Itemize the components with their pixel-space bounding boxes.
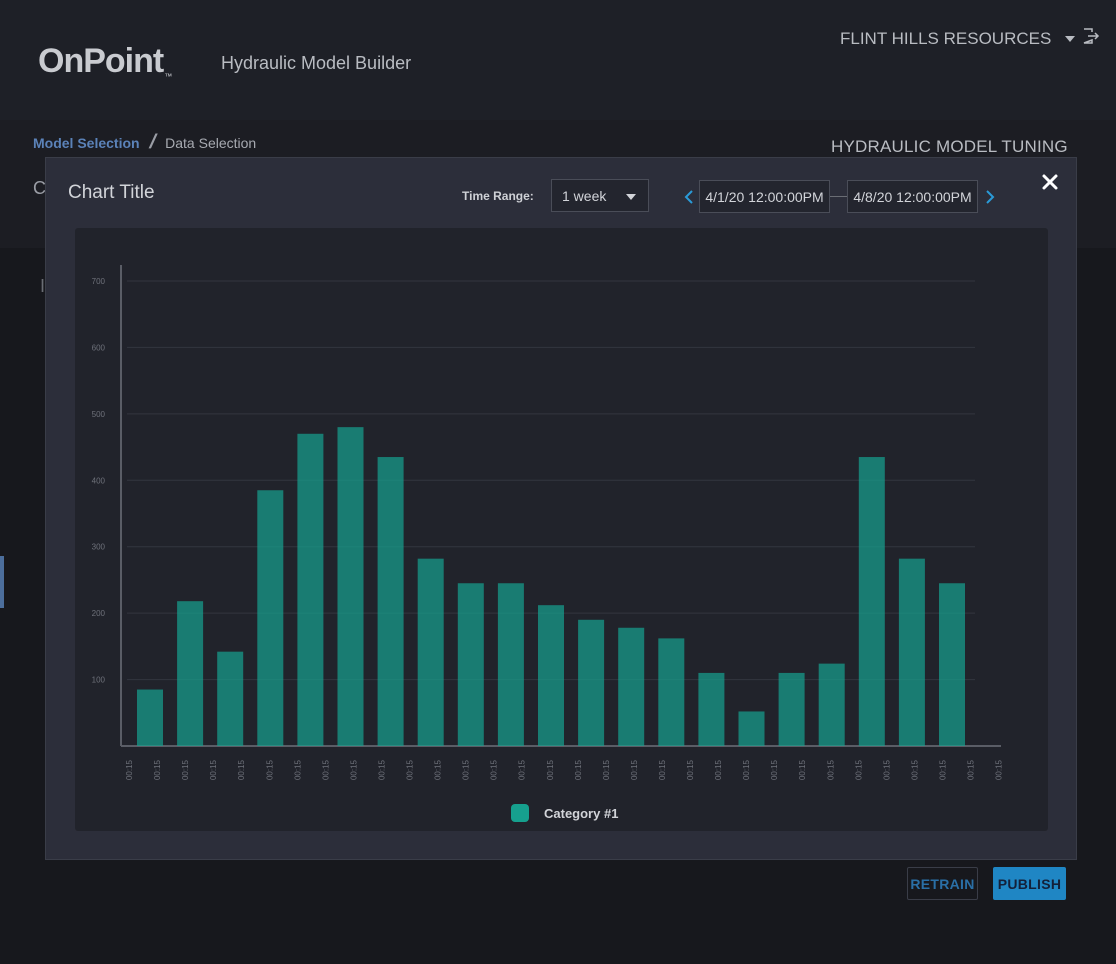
- bar[interactable]: [618, 627, 645, 746]
- bar[interactable]: [738, 711, 765, 746]
- x-tick-label: 00:15: [910, 759, 919, 780]
- x-tick-label: 00:15: [882, 759, 891, 780]
- bar[interactable]: [297, 433, 324, 746]
- breadcrumb-separator: /: [146, 131, 159, 153]
- bar[interactable]: [177, 601, 204, 746]
- app-header: OnPoint™ Hydraulic Model Builder FLINT H…: [0, 0, 1116, 120]
- x-tick-label: 00:15: [630, 759, 639, 780]
- legend-swatch[interactable]: [511, 804, 529, 822]
- x-tick-label: 00:15: [826, 759, 835, 780]
- logo-text: OnPoint: [38, 42, 164, 80]
- logo-trademark: ™: [164, 72, 172, 81]
- x-tick-label: 00:15: [770, 759, 779, 780]
- x-tick-label: 00:15: [686, 759, 695, 780]
- chart-panel: 100 200 300 400 500 600 700 00:15 00:15 00:15 00:1…: [75, 228, 1048, 831]
- bar[interactable]: [417, 558, 444, 746]
- y-tick-label: 300: [92, 543, 106, 552]
- section-title: HYDRAULIC MODEL TUNING: [831, 137, 1068, 156]
- chevron-down-icon: [1065, 36, 1076, 42]
- x-tick-label: 00:15: [574, 759, 583, 780]
- retrain-button[interactable]: RETRAIN: [907, 867, 978, 900]
- x-tick-label: 00:15: [125, 759, 134, 780]
- chart-modal: Chart Title Time Range: 1 week 4/1/20 12…: [45, 157, 1077, 860]
- x-tick-label: 00:15: [434, 759, 443, 780]
- modal-title: Chart Title: [68, 182, 155, 203]
- x-tick-label: 00:15: [209, 759, 218, 780]
- onpoint-logo[interactable]: OnPoint™: [38, 42, 172, 81]
- end-date-field[interactable]: 4/8/20 12:00:00PM: [847, 180, 978, 213]
- x-tick-label: 00:15: [237, 759, 246, 780]
- chevron-right-icon[interactable]: [985, 189, 995, 205]
- x-tick-label: 00:15: [742, 759, 751, 780]
- x-tick-label: 00:15: [349, 759, 358, 780]
- x-tick-label: 00:15: [377, 759, 386, 780]
- breadcrumb: Model Selection / Data Selection: [33, 131, 256, 154]
- x-tick-label: 00:15: [658, 759, 667, 780]
- left-accent-bar: [0, 556, 4, 608]
- bar[interactable]: [457, 583, 484, 746]
- breadcrumb-data-selection: Data Selection: [165, 134, 257, 151]
- y-tick-label: 700: [92, 277, 106, 286]
- y-tick-label: 400: [92, 476, 106, 485]
- x-tick-label: 00:15: [714, 759, 723, 780]
- y-tick-label: 200: [92, 609, 106, 618]
- bar[interactable]: [578, 619, 605, 746]
- app-title: Hydraulic Model Builder: [221, 53, 412, 73]
- x-tick-label: 00:15: [995, 759, 1004, 780]
- bar[interactable]: [658, 638, 685, 746]
- x-tick-label: 00:15: [967, 759, 976, 780]
- bar[interactable]: [939, 583, 965, 746]
- close-icon[interactable]: [1041, 173, 1059, 191]
- bar-chart: 100 200 300 400 500 600 700 00:15 00:15 00:15 00:1…: [92, 265, 1004, 780]
- x-tick-label: 00:15: [854, 759, 863, 780]
- bar[interactable]: [778, 672, 805, 746]
- app-root: OnPoint™ Hydraulic Model Builder FLINT H…: [0, 0, 1116, 964]
- chevron-down-icon: [626, 194, 636, 200]
- date-range-dash: [830, 196, 847, 197]
- bar[interactable]: [217, 651, 244, 746]
- bar[interactable]: [497, 583, 524, 746]
- x-tick-label: 00:15: [462, 759, 471, 780]
- chart-legend: Category #1: [511, 804, 618, 822]
- x-tick-label: 00:15: [181, 759, 190, 780]
- bar[interactable]: [337, 427, 364, 746]
- x-tick-label: 00:15: [265, 759, 274, 780]
- x-tick-label: 00:15: [406, 759, 415, 780]
- x-tick-label: 00:15: [602, 759, 611, 780]
- legend-label: Category #1: [544, 805, 619, 821]
- time-range-select[interactable]: 1 week: [551, 179, 649, 212]
- org-name: FLINT HILLS RESOURCES: [840, 29, 1052, 48]
- x-tick-label: 00:15: [490, 759, 499, 780]
- logout-icon[interactable]: [1082, 27, 1100, 45]
- y-tick-label: 600: [92, 343, 106, 352]
- bar[interactable]: [858, 457, 885, 746]
- time-range-label: Time Range:: [462, 189, 534, 203]
- org-selector[interactable]: FLINT HILLS RESOURCES: [840, 29, 1076, 49]
- x-tick-label: 00:15: [153, 759, 162, 780]
- bar[interactable]: [137, 689, 163, 746]
- x-tick-label: 00:15: [546, 759, 555, 780]
- y-tick-label: 100: [92, 676, 106, 685]
- x-tick-label: 00:15: [293, 759, 302, 780]
- time-range-value: 1 week: [562, 187, 607, 204]
- breadcrumb-model-selection[interactable]: Model Selection: [33, 135, 140, 151]
- bar[interactable]: [257, 490, 284, 746]
- bar[interactable]: [898, 558, 925, 746]
- chevron-left-icon[interactable]: [684, 189, 694, 205]
- publish-button[interactable]: PUBLISH: [993, 867, 1066, 900]
- start-date-field[interactable]: 4/1/20 12:00:00PM: [699, 180, 830, 213]
- bar[interactable]: [698, 672, 725, 746]
- x-tick-label: 00:15: [938, 759, 947, 780]
- x-tick-label: 00:15: [798, 759, 807, 780]
- y-tick-label: 500: [92, 410, 106, 419]
- bar[interactable]: [818, 663, 845, 746]
- bar[interactable]: [538, 605, 564, 746]
- x-tick-label: 00:15: [518, 759, 527, 780]
- bar[interactable]: [377, 457, 404, 746]
- x-tick-label: 00:15: [321, 759, 330, 780]
